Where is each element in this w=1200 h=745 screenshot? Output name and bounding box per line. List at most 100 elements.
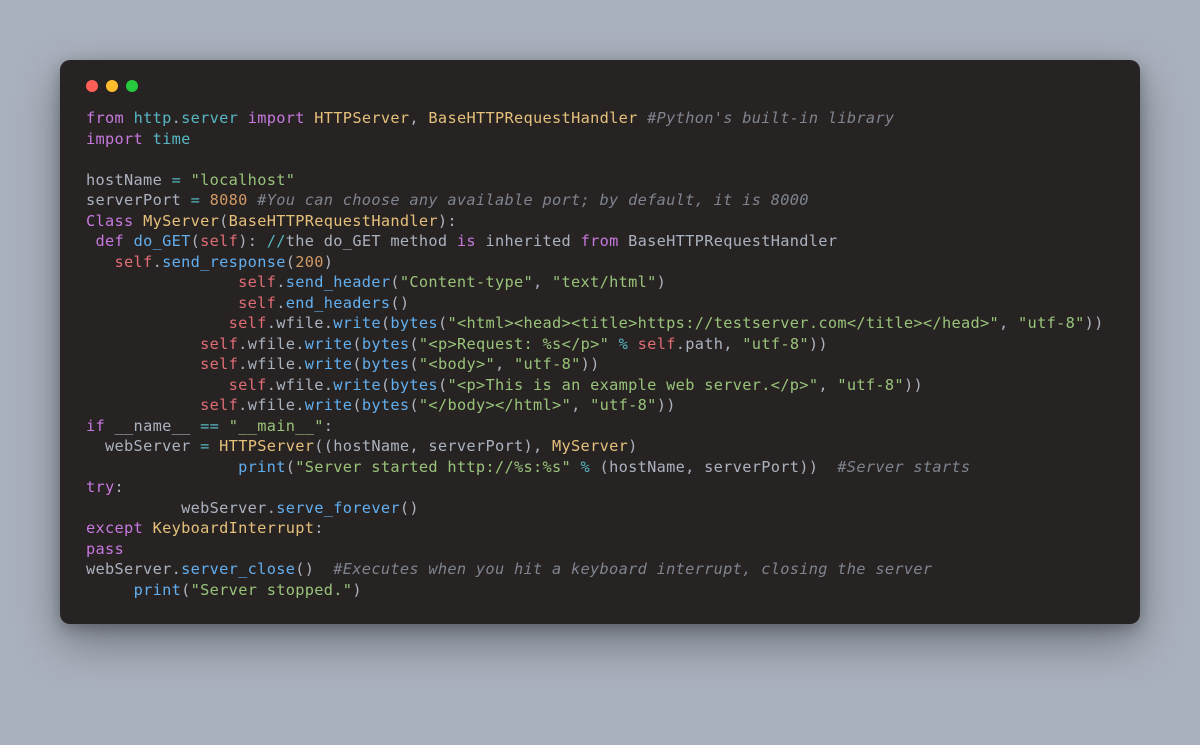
token-num: 8080 (210, 191, 248, 209)
token-txt (86, 273, 238, 291)
token-pun: ) (657, 273, 667, 291)
token-var: self (238, 273, 276, 291)
token-txt: serverPort (86, 191, 191, 209)
token-txt: inherited (476, 232, 581, 250)
token-kw: def (96, 232, 125, 250)
token-txt (124, 232, 134, 250)
token-pun: )) (809, 335, 828, 353)
code-line: pass (86, 540, 124, 558)
token-var: self (200, 232, 238, 250)
token-cls: HTTPServer (219, 437, 314, 455)
token-op: // (267, 232, 286, 250)
token-var: self (229, 376, 267, 394)
token-kw: from (86, 109, 124, 127)
token-pun: . (267, 314, 277, 332)
code-line: webServer.server_close() #Executes when … (86, 560, 932, 578)
token-str: "<p>This is an example web server.</p>" (447, 376, 818, 394)
token-str: "Server started http://%s:%s" (295, 458, 571, 476)
token-txt: wfile (276, 314, 324, 332)
token-txt (86, 396, 200, 414)
token-str: "text/html" (552, 273, 657, 291)
token-pun: ( (286, 253, 296, 271)
token-txt: wfile (276, 376, 324, 394)
window-controls (86, 80, 1114, 92)
token-txt: hostName (86, 171, 172, 189)
token-pun: , (533, 273, 552, 291)
token-str: "Server stopped." (191, 581, 353, 599)
token-kw: import (86, 130, 143, 148)
token-fn: end_headers (286, 294, 391, 312)
token-txt (143, 519, 153, 537)
token-kw: try (86, 478, 115, 496)
token-kw: pass (86, 540, 124, 558)
token-cls: BaseHTTPRequestHandler (229, 212, 438, 230)
token-txt (86, 335, 200, 353)
token-str: "utf-8" (514, 355, 581, 373)
token-str: "utf-8" (590, 396, 657, 414)
token-cls: MyServer (552, 437, 628, 455)
token-pun: . (238, 396, 248, 414)
code-line: print("Server stopped.") (86, 581, 362, 599)
token-pun: : (115, 478, 125, 496)
token-txt (305, 109, 315, 127)
token-pun: ( (191, 232, 201, 250)
token-var: self (638, 335, 676, 353)
token-cmt: #Python's built-in library (647, 109, 894, 127)
close-icon[interactable] (86, 80, 98, 92)
token-txt (638, 109, 648, 127)
token-pun: ( (219, 212, 229, 230)
token-pun: . (172, 109, 182, 127)
code-block: from http.server import HTTPServer, Base… (86, 108, 1114, 600)
token-pun: : (314, 519, 324, 537)
token-txt (200, 191, 210, 209)
token-mod: http (134, 109, 172, 127)
token-pun: ( (181, 581, 191, 599)
minimize-icon[interactable] (106, 80, 118, 92)
code-line: self.send_header("Content-type", "text/h… (86, 273, 666, 291)
token-pun: ( (352, 396, 362, 414)
token-fn: bytes (390, 376, 438, 394)
zoom-icon[interactable] (126, 80, 138, 92)
token-kw: is (457, 232, 476, 250)
token-txt (86, 294, 238, 312)
token-pun: , (409, 109, 428, 127)
token-fn: send_response (162, 253, 286, 271)
code-line: hostName = "localhost" (86, 171, 295, 189)
token-str: "utf-8" (742, 335, 809, 353)
token-fn: write (305, 355, 353, 373)
token-kw: Class (86, 212, 134, 230)
token-pun: ( (381, 376, 391, 394)
token-fn: print (238, 458, 286, 476)
token-txt (609, 335, 619, 353)
token-var: self (238, 294, 276, 312)
token-pun: , (818, 376, 837, 394)
token-txt: path, (685, 335, 742, 353)
token-mod: time (153, 130, 191, 148)
token-fn: write (305, 335, 353, 353)
token-var: self (200, 396, 238, 414)
code-line: webServer.serve_forever() (86, 499, 419, 517)
code-line: webServer = HTTPServer((hostName, server… (86, 437, 638, 455)
token-txt (86, 253, 115, 271)
token-pun: . (295, 335, 305, 353)
token-txt: webServer. (86, 560, 181, 578)
token-txt (628, 335, 638, 353)
token-pun: )) (657, 396, 676, 414)
token-pun: ): (238, 232, 267, 250)
code-line: def do_GET(self): //the do_GET method is… (86, 232, 837, 250)
token-txt: the do_GET method (286, 232, 457, 250)
token-pun: ) (628, 437, 638, 455)
token-str: "<p>Request: %s</p>" (419, 335, 609, 353)
token-fn: bytes (362, 396, 410, 414)
code-line: except KeyboardInterrupt: (86, 519, 324, 537)
token-pun: ) (324, 253, 334, 271)
token-txt: wfile (248, 355, 296, 373)
token-pun: . (276, 294, 286, 312)
code-line: self.wfile.write(bytes("<body>", "utf-8"… (86, 355, 600, 373)
token-txt (134, 212, 144, 230)
token-cmt: #Server starts (837, 458, 970, 476)
code-line: serverPort = 8080 #You can choose any av… (86, 191, 809, 209)
token-cls: KeyboardInterrupt (153, 519, 315, 537)
token-cls: BaseHTTPRequestHandler (428, 109, 637, 127)
token-pun: )) (1085, 314, 1104, 332)
